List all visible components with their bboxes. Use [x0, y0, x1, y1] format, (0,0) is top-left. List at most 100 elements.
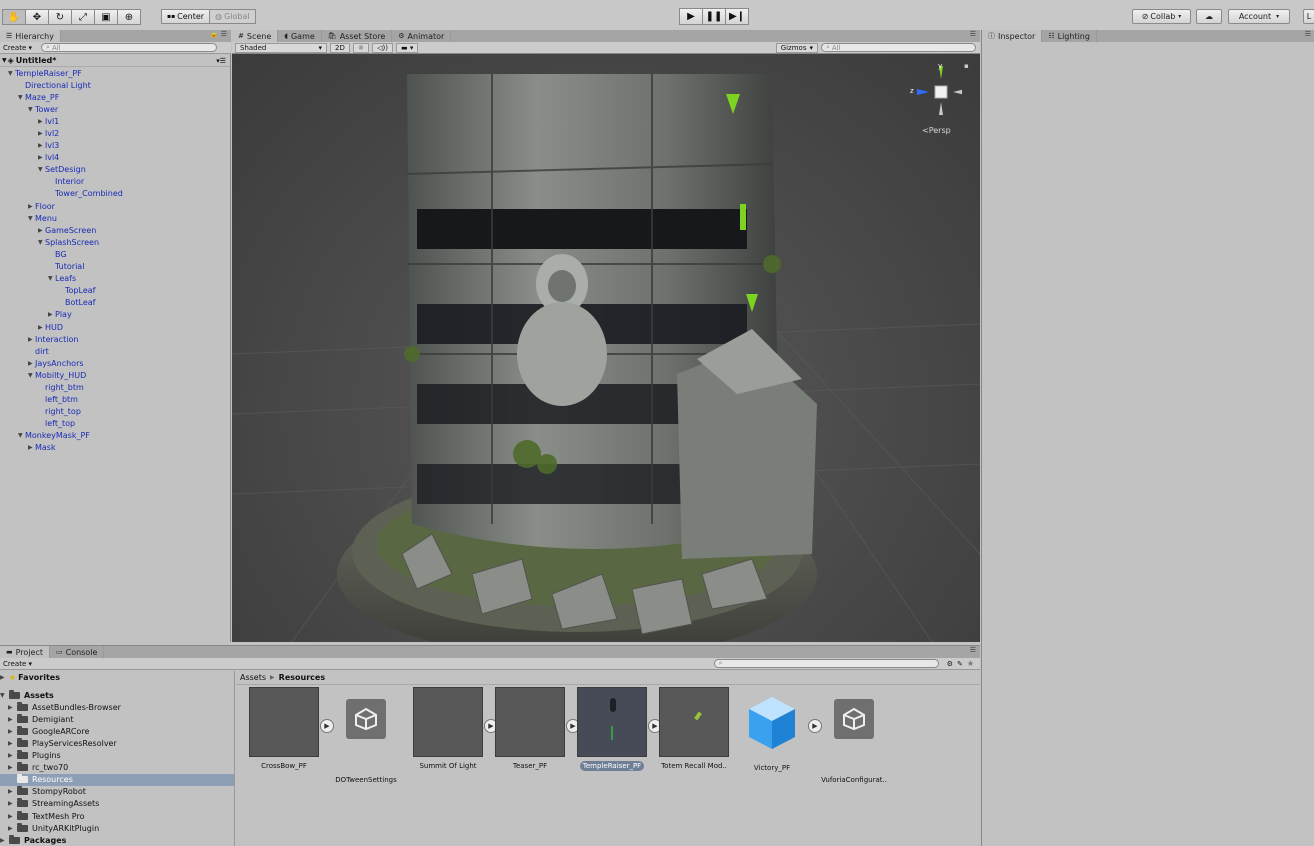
chevron-down-icon[interactable]: ▼ — [38, 166, 45, 173]
folder-row[interactable]: ▶ TextMesh Pro — [0, 810, 234, 822]
filter-by-type-icon[interactable]: ⚙ — [947, 660, 953, 668]
scale-icon[interactable]: ⤢ — [71, 9, 95, 25]
tab-project[interactable]: ▬ Project — [0, 646, 50, 658]
asset-item[interactable]: DOTweenSettings — [326, 687, 406, 785]
folder-row[interactable]: ▶ PlayServicesResolver — [0, 737, 234, 749]
chevron-right-icon[interactable]: ▶ — [38, 142, 45, 149]
layers-dropdown[interactable]: L — [1303, 9, 1314, 24]
chevron-right-icon[interactable]: ▶ — [8, 752, 17, 759]
chevron-right-icon[interactable]: ▶ — [8, 813, 17, 820]
chevron-right-icon[interactable]: ▶ — [38, 154, 45, 161]
scene-viewport[interactable]: y z ▪ <Persp — [232, 54, 980, 642]
rect-icon[interactable]: ▣ — [94, 9, 118, 25]
orientation-gizmo[interactable]: y z ▪ — [902, 62, 969, 124]
tab-asset-store[interactable]: 🛍 Asset Store — [322, 30, 393, 42]
hierarchy-item[interactable]: Interior — [0, 176, 230, 188]
hierarchy-item[interactable]: ▶ Mask — [0, 442, 230, 454]
hierarchy-item[interactable]: ▼ Mobilty_HUD — [0, 369, 230, 381]
cloud-button[interactable]: ☁ — [1196, 9, 1222, 24]
hierarchy-item[interactable]: ▶ JaysAnchors — [0, 357, 230, 369]
move-icon[interactable]: ✥ — [25, 9, 49, 25]
hierarchy-item[interactable]: ▶ HUD — [0, 321, 230, 333]
panel-menu-icon[interactable]: ☰ — [970, 646, 976, 654]
chevron-down-icon[interactable]: ▼ — [28, 106, 35, 113]
transform-icon[interactable]: ⊕ — [117, 9, 141, 25]
tab-hierarchy[interactable]: ☰ Hierarchy — [0, 30, 61, 42]
projection-toggle[interactable]: <Persp — [922, 126, 951, 135]
folder-row[interactable]: ▶ Demigiant — [0, 713, 234, 725]
rotate-icon[interactable]: ↻ — [48, 9, 72, 25]
lock-icon[interactable]: ▪ — [964, 62, 969, 70]
scene-row[interactable]: ▼ ◈ Untitled* ▾☰ — [0, 55, 230, 67]
favorites-row[interactable]: ▶ ★ Favorites — [0, 671, 234, 683]
hierarchy-item[interactable]: ▶ Interaction — [0, 333, 230, 345]
tab-animator[interactable]: ⚙ Animator — [392, 30, 452, 42]
pivot-center-button[interactable]: ▪▪ Center — [161, 9, 211, 24]
hierarchy-item[interactable]: ▼ TempleRaiser_PF — [0, 67, 230, 79]
chevron-right-icon[interactable]: ▶ — [28, 360, 35, 367]
create-dropdown[interactable]: Create ▾ — [0, 44, 35, 52]
chevron-right-icon[interactable]: ▶ — [38, 118, 45, 125]
shading-mode-dropdown[interactable]: Shaded ▾ — [235, 42, 327, 53]
hierarchy-item[interactable]: dirt — [0, 345, 230, 357]
chevron-right-icon[interactable]: ▶ — [8, 800, 17, 807]
chevron-right-icon[interactable]: ▶ — [28, 336, 35, 343]
hierarchy-item[interactable]: ▼ SetDesign — [0, 164, 230, 176]
lighting-toggle[interactable]: ☼ — [352, 42, 370, 53]
asset-item[interactable]: TempleRaiser_PF — [572, 687, 652, 771]
hierarchy-item[interactable]: ▼ Maze_PF — [0, 91, 230, 103]
hierarchy-item[interactable]: TopLeaf — [0, 285, 230, 297]
collab-dropdown[interactable]: ⊘ Collab ▾ — [1132, 9, 1191, 24]
chevron-right-icon[interactable]: ▶ — [38, 227, 45, 234]
asset-item[interactable]: Summit Of Light — [408, 687, 488, 771]
asset-item[interactable]: Teaser_PF — [490, 687, 570, 771]
chevron-down-icon[interactable]: ▼ — [28, 372, 35, 379]
chevron-right-icon[interactable]: ▶ — [8, 704, 17, 711]
folder-row[interactable]: ▶ StreamingAssets — [0, 798, 234, 810]
favorite-star-icon[interactable]: ★ — [967, 659, 974, 668]
folder-row[interactable]: ▶ AssetBundles-Browser — [0, 701, 234, 713]
play-button[interactable]: ▶ — [679, 8, 703, 25]
effects-dropdown[interactable]: ▬ ▾ — [395, 42, 419, 53]
chevron-right-icon[interactable]: ▶ — [8, 716, 17, 723]
breadcrumb-item[interactable]: Assets — [240, 673, 266, 682]
chevron-right-icon[interactable]: ▶ — [28, 203, 35, 210]
hierarchy-item[interactable]: ▶ GameScreen — [0, 224, 230, 236]
chevron-down-icon[interactable]: ▼ — [18, 432, 25, 439]
pause-button[interactable]: ❚❚ — [702, 8, 726, 25]
project-search-input[interactable]: ⌕ — [713, 659, 939, 668]
chevron-right-icon[interactable]: ▶ — [8, 788, 17, 795]
chevron-right-icon[interactable]: ▶ — [48, 311, 55, 318]
scene-menu-icon[interactable]: ▾☰ — [216, 57, 226, 65]
account-dropdown[interactable]: Account ▾ — [1228, 9, 1290, 24]
asset-item[interactable]: VuforiaConfigurat.. — [814, 687, 894, 785]
hierarchy-item[interactable]: ▼ Menu — [0, 212, 230, 224]
tab-scene[interactable]: # Scene — [232, 30, 279, 42]
chevron-right-icon[interactable]: ▶ — [8, 825, 17, 832]
panel-menu-icon[interactable]: ☰ — [970, 30, 976, 38]
chevron-down-icon[interactable]: ▼ — [48, 275, 55, 282]
audio-toggle[interactable]: ◁)) — [372, 42, 393, 53]
gizmos-dropdown[interactable]: Gizmos ▾ — [775, 42, 818, 53]
chevron-down-icon[interactable]: ▼ — [28, 215, 35, 222]
hierarchy-item[interactable]: ▶ lvl2 — [0, 127, 230, 139]
hierarchy-item[interactable]: ▼ MonkeyMask_PF — [0, 430, 230, 442]
hierarchy-item[interactable]: ▼ Tower — [0, 103, 230, 115]
hierarchy-item[interactable]: ▼ SplashScreen — [0, 236, 230, 248]
hand-icon[interactable]: ✋ — [2, 9, 26, 25]
hierarchy-search-input[interactable]: ⌕ All — [41, 43, 218, 52]
hierarchy-item[interactable]: right_btm — [0, 381, 230, 393]
hierarchy-item[interactable]: ▶ lvl3 — [0, 140, 230, 152]
tab-inspector[interactable]: ⓘ Inspector — [982, 30, 1043, 42]
chevron-right-icon[interactable]: ▶ — [28, 444, 35, 451]
chevron-right-icon[interactable]: ▶ — [8, 740, 17, 747]
panel-menu-icon[interactable]: 🔒 ☰ — [210, 30, 227, 38]
step-button[interactable]: ▶❙ — [725, 8, 749, 25]
scene-search-input[interactable]: ⌕ All — [821, 43, 976, 52]
hierarchy-item[interactable]: left_btm — [0, 394, 230, 406]
panel-menu-icon[interactable]: ☰ — [1305, 30, 1311, 38]
hierarchy-item[interactable]: ▶ Play — [0, 309, 230, 321]
chevron-down-icon[interactable]: ▼ — [18, 94, 25, 101]
folder-row[interactable]: ▶ GoogleARCore — [0, 725, 234, 737]
chevron-right-icon[interactable]: ▶ — [8, 728, 17, 735]
